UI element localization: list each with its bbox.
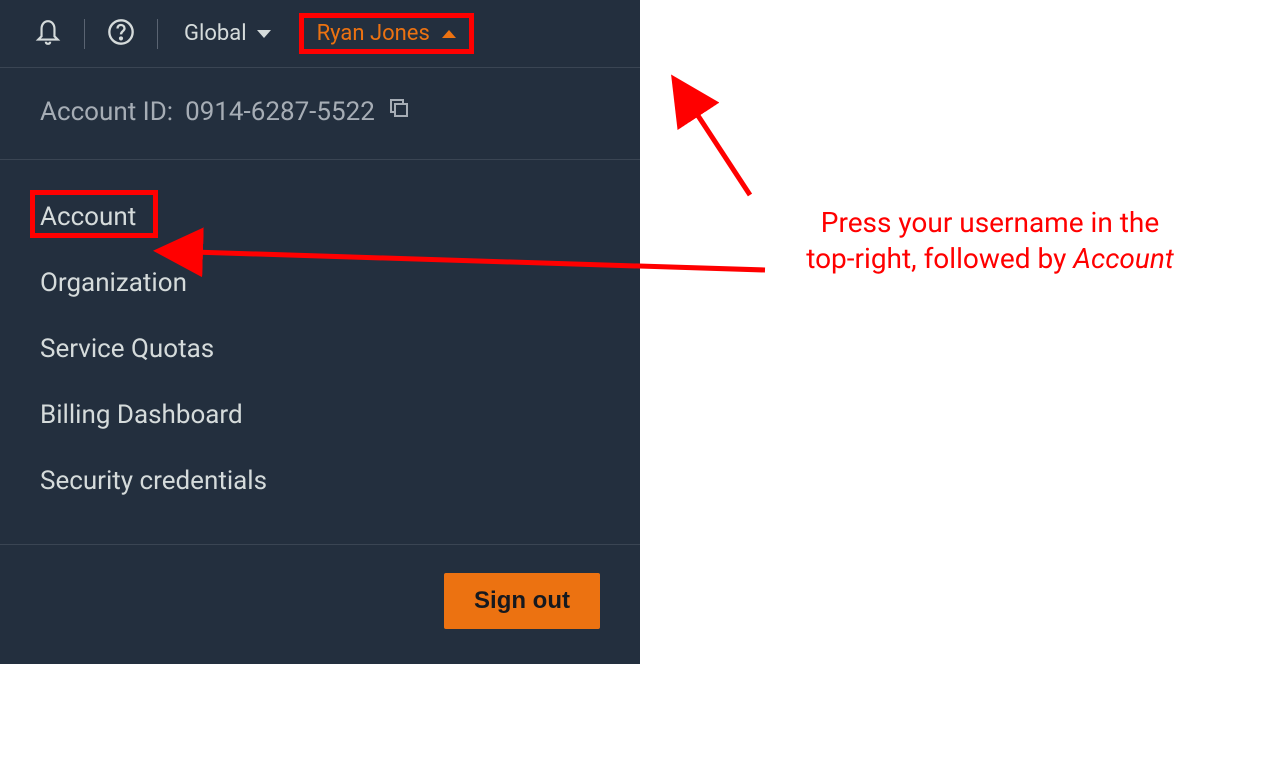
annotation-text: Press your username in the top-right, fo… xyxy=(770,205,1210,278)
menu-item-label: Service Quotas xyxy=(40,334,214,364)
menu-item-account[interactable]: Account xyxy=(0,184,176,250)
username-menu-button[interactable]: Ryan Jones xyxy=(301,15,472,52)
annotation-line-2-prefix: top-right, followed by xyxy=(806,242,1073,275)
caret-up-icon xyxy=(442,30,456,38)
menu-item-service-quotas[interactable]: Service Quotas xyxy=(0,316,254,382)
annotation-line-2-emphasis: Account xyxy=(1073,242,1174,275)
help-icon xyxy=(107,18,135,50)
sign-out-button[interactable]: Sign out xyxy=(444,573,600,629)
help-button[interactable] xyxy=(93,14,149,54)
annotation-arrow-up-icon xyxy=(675,90,765,205)
nav-divider xyxy=(157,19,158,49)
account-id-label: Account ID: xyxy=(40,97,173,127)
bell-icon xyxy=(35,18,61,50)
account-id-row: Account ID: 0914-6287-5522 xyxy=(0,68,640,160)
menu-item-label: Security credentials xyxy=(40,466,267,496)
account-id-value: 0914-6287-5522 xyxy=(185,97,375,127)
top-nav-bar: Global Ryan Jones xyxy=(0,0,640,68)
sign-out-label: Sign out xyxy=(474,587,570,614)
signout-row: Sign out xyxy=(0,544,640,664)
region-selector[interactable]: Global xyxy=(166,14,289,54)
annotation-line-1: Press your username in the xyxy=(821,206,1159,239)
nav-divider xyxy=(84,19,85,49)
caret-down-icon xyxy=(257,30,271,38)
menu-item-label: Account xyxy=(40,202,136,232)
copy-icon[interactable] xyxy=(387,96,411,127)
aws-account-menu-panel: Global Ryan Jones Account ID: 0914-6287-… xyxy=(0,0,640,664)
username-label: Ryan Jones xyxy=(317,21,430,46)
menu-item-billing-dashboard[interactable]: Billing Dashboard xyxy=(0,382,283,448)
account-menu-list: Account Organization Service Quotas Bill… xyxy=(0,160,640,544)
menu-item-label: Billing Dashboard xyxy=(40,400,243,430)
menu-item-organization[interactable]: Organization xyxy=(0,250,227,316)
region-label: Global xyxy=(184,21,247,46)
menu-item-label: Organization xyxy=(40,268,187,298)
menu-item-security-credentials[interactable]: Security credentials xyxy=(0,448,307,514)
notifications-button[interactable] xyxy=(20,14,76,54)
